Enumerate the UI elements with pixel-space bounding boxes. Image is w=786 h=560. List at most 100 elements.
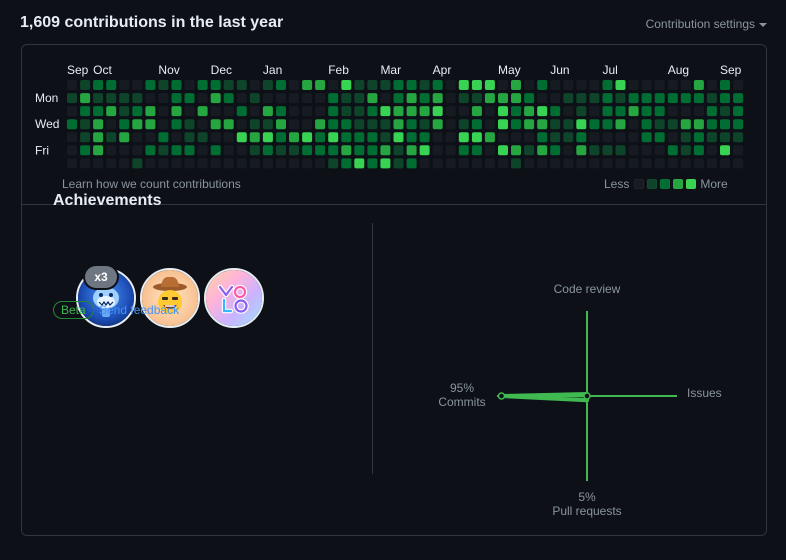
contribution-day-cell[interactable] bbox=[67, 145, 77, 156]
contribution-day-cell[interactable] bbox=[563, 132, 574, 143]
contribution-day-cell[interactable] bbox=[550, 145, 561, 156]
contribution-day-cell[interactable] bbox=[289, 145, 299, 156]
contribution-day-cell[interactable] bbox=[458, 93, 469, 104]
contribution-day-cell[interactable] bbox=[380, 93, 391, 104]
contribution-day-cell[interactable] bbox=[693, 158, 704, 169]
contribution-day-cell[interactable] bbox=[602, 106, 613, 117]
contribution-day-cell[interactable] bbox=[236, 145, 247, 156]
contribution-day-cell[interactable] bbox=[393, 132, 404, 143]
contribution-day-cell[interactable] bbox=[628, 158, 639, 169]
contribution-day-cell[interactable] bbox=[67, 132, 77, 143]
contribution-day-cell[interactable] bbox=[484, 158, 495, 169]
contribution-day-cell[interactable] bbox=[276, 80, 286, 90]
contribution-day-cell[interactable] bbox=[210, 119, 221, 130]
contribution-day-cell[interactable] bbox=[262, 145, 273, 156]
contribution-day-cell[interactable] bbox=[158, 145, 169, 156]
contribution-day-cell[interactable] bbox=[406, 132, 417, 143]
contribution-day-cell[interactable] bbox=[720, 93, 730, 104]
contribution-day-cell[interactable] bbox=[236, 119, 247, 130]
contribution-day-cell[interactable] bbox=[667, 93, 678, 104]
contribution-day-cell[interactable] bbox=[67, 93, 77, 104]
contribution-day-cell[interactable] bbox=[145, 106, 156, 117]
contribution-day-cell[interactable] bbox=[341, 80, 352, 90]
contribution-day-cell[interactable] bbox=[432, 80, 443, 90]
contribution-day-cell[interactable] bbox=[641, 145, 652, 156]
contribution-day-cell[interactable] bbox=[106, 106, 117, 117]
contribution-day-cell[interactable] bbox=[354, 158, 365, 169]
contribution-day-cell[interactable] bbox=[458, 106, 469, 117]
contribution-day-cell[interactable] bbox=[67, 106, 77, 117]
contribution-day-cell[interactable] bbox=[498, 106, 508, 117]
contribution-day-cell[interactable] bbox=[197, 119, 208, 130]
contribution-day-cell[interactable] bbox=[602, 145, 613, 156]
contribution-day-cell[interactable] bbox=[393, 119, 404, 130]
contribution-day-cell[interactable] bbox=[641, 119, 652, 130]
contribution-day-cell[interactable] bbox=[328, 80, 339, 90]
contribution-day-cell[interactable] bbox=[262, 119, 273, 130]
contribution-day-cell[interactable] bbox=[471, 145, 482, 156]
contribution-day-cell[interactable] bbox=[341, 93, 352, 104]
contribution-day-cell[interactable] bbox=[524, 93, 535, 104]
contribution-day-cell[interactable] bbox=[511, 119, 521, 130]
contribution-day-cell[interactable] bbox=[197, 145, 208, 156]
contribution-day-cell[interactable] bbox=[106, 80, 117, 90]
contribution-day-cell[interactable] bbox=[615, 119, 626, 130]
contribution-day-cell[interactable] bbox=[145, 145, 156, 156]
contribution-day-cell[interactable] bbox=[524, 158, 535, 169]
contribution-day-cell[interactable] bbox=[367, 106, 378, 117]
contribution-day-cell[interactable] bbox=[158, 106, 169, 117]
contribution-day-cell[interactable] bbox=[354, 132, 365, 143]
contribution-day-cell[interactable] bbox=[262, 158, 273, 169]
contribution-day-cell[interactable] bbox=[145, 119, 156, 130]
contribution-day-cell[interactable] bbox=[249, 145, 260, 156]
contribution-day-cell[interactable] bbox=[445, 158, 456, 169]
contribution-day-cell[interactable] bbox=[289, 132, 299, 143]
contribution-day-cell[interactable] bbox=[341, 119, 352, 130]
contribution-day-cell[interactable] bbox=[315, 80, 326, 90]
contribution-day-cell[interactable] bbox=[406, 119, 417, 130]
contribution-day-cell[interactable] bbox=[210, 145, 221, 156]
contribution-day-cell[interactable] bbox=[706, 80, 717, 90]
contribution-day-cell[interactable] bbox=[406, 106, 417, 117]
contribution-day-cell[interactable] bbox=[419, 106, 430, 117]
contribution-day-cell[interactable] bbox=[498, 80, 508, 90]
contribution-day-cell[interactable] bbox=[680, 119, 691, 130]
contribution-day-cell[interactable] bbox=[563, 93, 574, 104]
contribution-day-cell[interactable] bbox=[406, 93, 417, 104]
contribution-day-cell[interactable] bbox=[720, 158, 730, 169]
contribution-day-cell[interactable] bbox=[367, 119, 378, 130]
contribution-day-cell[interactable] bbox=[67, 158, 77, 169]
contribution-day-cell[interactable] bbox=[733, 80, 744, 90]
contribution-day-cell[interactable] bbox=[223, 132, 234, 143]
contribution-day-cell[interactable] bbox=[119, 132, 130, 143]
contribution-day-cell[interactable] bbox=[654, 145, 665, 156]
contribution-day-cell[interactable] bbox=[537, 119, 548, 130]
contribution-day-cell[interactable] bbox=[184, 158, 195, 169]
contribution-day-cell[interactable] bbox=[236, 106, 247, 117]
contribution-day-cell[interactable] bbox=[249, 132, 260, 143]
contribution-day-cell[interactable] bbox=[667, 106, 678, 117]
contribution-day-cell[interactable] bbox=[654, 132, 665, 143]
contribution-day-cell[interactable] bbox=[445, 93, 456, 104]
contribution-day-cell[interactable] bbox=[458, 80, 469, 90]
contribution-day-cell[interactable] bbox=[106, 145, 117, 156]
contribution-day-cell[interactable] bbox=[315, 119, 326, 130]
contribution-day-cell[interactable] bbox=[328, 158, 339, 169]
contribution-day-cell[interactable] bbox=[667, 132, 678, 143]
contribution-day-cell[interactable] bbox=[511, 145, 521, 156]
contribution-day-cell[interactable] bbox=[550, 106, 561, 117]
contribution-day-cell[interactable] bbox=[119, 93, 130, 104]
contribution-day-cell[interactable] bbox=[445, 106, 456, 117]
contribution-day-cell[interactable] bbox=[106, 158, 117, 169]
achievement-badge-yolo[interactable] bbox=[204, 268, 264, 328]
contribution-day-cell[interactable] bbox=[367, 132, 378, 143]
contribution-day-cell[interactable] bbox=[249, 80, 260, 90]
contribution-day-cell[interactable] bbox=[524, 132, 535, 143]
contribution-day-cell[interactable] bbox=[693, 145, 704, 156]
contribution-day-cell[interactable] bbox=[289, 93, 299, 104]
contribution-day-cell[interactable] bbox=[171, 132, 182, 143]
contribution-day-cell[interactable] bbox=[550, 132, 561, 143]
contribution-day-cell[interactable] bbox=[524, 145, 535, 156]
contribution-day-cell[interactable] bbox=[210, 93, 221, 104]
contribution-day-cell[interactable] bbox=[693, 132, 704, 143]
